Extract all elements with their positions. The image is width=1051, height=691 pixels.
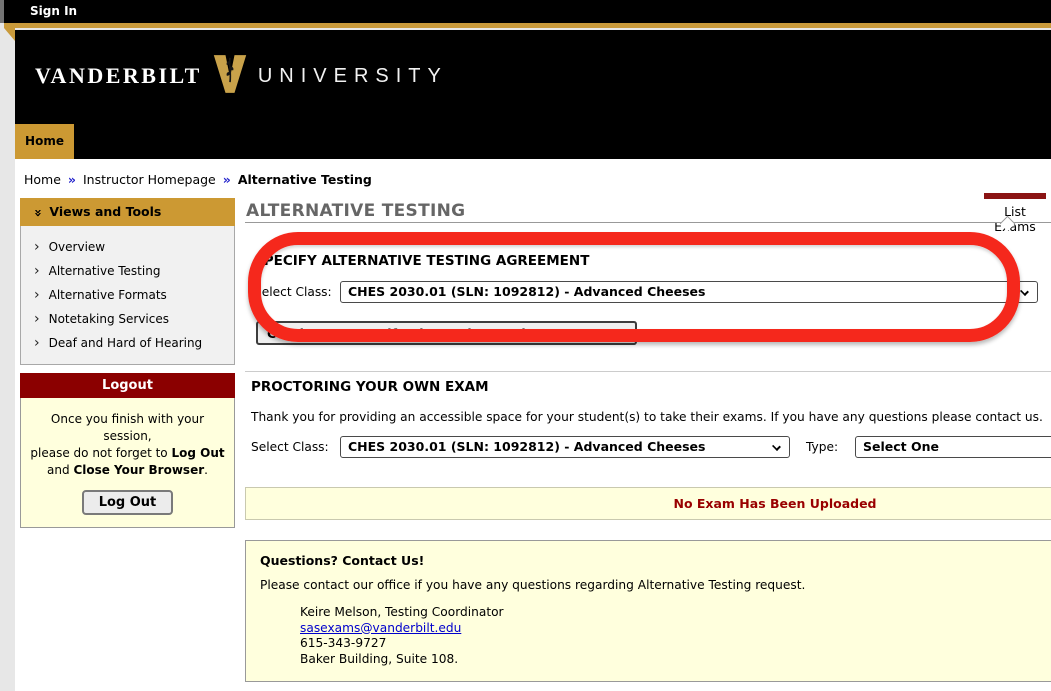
class-select-value: CHES 2030.01 (SLN: 1092812) - Advanced C…: [348, 439, 705, 454]
title-rule: [245, 222, 1051, 223]
main-content: ALTERNATIVE TESTING List Exams SPECIFY A…: [245, 193, 1051, 691]
sidebar-menu: › Overview › Alternative Testing › Alternat…: [20, 226, 235, 365]
sidebar-item-alternative-testing[interactable]: › Alternative Testing: [21, 259, 234, 283]
contact-phone: 615-343-9727: [300, 636, 1051, 652]
vanderbilt-logo[interactable]: VANDERBILT UNIVERSITY: [35, 54, 448, 98]
collapse-double-chevron-icon: »: [23, 209, 51, 217]
logout-panel-body: Once you finish with your session, pleas…: [20, 398, 235, 528]
class-select-value: CHES 2030.01 (SLN: 1092812) - Advanced C…: [348, 284, 705, 299]
no-exam-status-bar: No Exam Has Been Uploaded: [245, 487, 1051, 520]
sidebar-item-label: Notetaking Services: [49, 312, 169, 326]
type-label: Type:: [806, 440, 838, 454]
page-title: ALTERNATIVE TESTING: [246, 201, 465, 221]
class-select-dropdown[interactable]: CHES 2030.01 (SLN: 1092812) - Advanced C…: [340, 281, 1038, 303]
breadcrumb-home[interactable]: Home: [24, 172, 61, 187]
type-select-value: Select One: [863, 439, 939, 454]
sidebar-item-alternative-formats[interactable]: › Alternative Formats: [21, 283, 234, 307]
contact-address: Baker Building, Suite 108.: [300, 652, 1051, 668]
contact-details: Keire Melson, Testing Coordinator sasexa…: [300, 605, 1051, 667]
sidebar-item-deaf-and-hard-of-hearing[interactable]: › Deaf and Hard of Hearing: [21, 331, 234, 355]
contact-name: Keire Melson, Testing Coordinator: [300, 605, 1051, 621]
logout-text-line3: and Close Your Browser.: [47, 463, 208, 477]
proctoring-section-heading: PROCTORING YOUR OWN EXAM: [251, 379, 489, 395]
masthead: VANDERBILT UNIVERSITY: [15, 30, 1051, 122]
logout-panel: Logout Once you finish with your session…: [20, 373, 235, 528]
breadcrumb-instructor-homepage[interactable]: Instructor Homepage: [83, 172, 216, 187]
select-class-label: Select Class:: [254, 285, 332, 299]
sign-in-link[interactable]: Sign In: [30, 4, 77, 18]
contact-panel: Questions? Contact Us! Please contact ou…: [245, 540, 1051, 682]
sidebar-item-notetaking-services[interactable]: › Notetaking Services: [21, 307, 234, 331]
chevron-right-icon: ›: [34, 239, 40, 255]
primary-nav-bar: Home: [15, 122, 1051, 159]
wordmark-vanderbilt: VANDERBILT: [35, 63, 202, 89]
breadcrumb-current-page: Alternative Testing: [238, 172, 372, 187]
breadcrumb-separator-icon: »: [223, 172, 231, 187]
sidebar-header[interactable]: »Views and Tools: [20, 198, 235, 226]
contact-intro: Please contact our office if you have an…: [260, 578, 1051, 592]
proctoring-intro-text: Thank you for providing an accessible sp…: [251, 410, 1043, 424]
sidebar-item-label: Overview: [49, 240, 106, 254]
vanderbilt-v-emblem-icon: [212, 54, 248, 98]
continue-to-specify-button[interactable]: Continue to Specify Alternative Testing …: [256, 321, 637, 345]
chevron-down-icon: [1020, 287, 1029, 296]
breadcrumb-separator-icon: »: [68, 172, 76, 187]
gold-corner-fold: [4, 28, 15, 41]
contact-email-link[interactable]: sasexams@vanderbilt.edu: [300, 621, 461, 635]
sidebar-item-label: Deaf and Hard of Hearing: [49, 336, 203, 350]
list-exams-tab-indicator: [984, 193, 1046, 199]
sidebar-item-label: Alternative Formats: [49, 288, 167, 302]
select-class-label: Select Class:: [251, 440, 329, 454]
chevron-right-icon: ›: [34, 335, 40, 351]
chevron-right-icon: ›: [34, 287, 40, 303]
top-bar: Sign In: [4, 0, 1051, 23]
log-out-button[interactable]: Log Out: [82, 490, 174, 515]
sidebar-item-label: Alternative Testing: [49, 264, 161, 278]
logout-text-line1: Once you finish with your session,: [51, 412, 204, 443]
sidebar-views-and-tools: »Views and Tools › Overview › Alternative …: [20, 198, 235, 365]
proctoring-class-select-dropdown[interactable]: CHES 2030.01 (SLN: 1092812) - Advanced C…: [340, 436, 790, 458]
logout-text-line2: please do not forget to Log Out: [30, 446, 224, 460]
contact-heading: Questions? Contact Us!: [260, 553, 1051, 568]
tab-list-exams[interactable]: List Exams: [984, 204, 1046, 234]
type-select-dropdown[interactable]: Select One: [855, 436, 1051, 458]
breadcrumb: Home » Instructor Homepage » Alternative Tes…: [24, 172, 372, 187]
specify-section-heading: SPECIFY ALTERNATIVE TESTING AGREEMENT: [254, 253, 589, 269]
tab-home[interactable]: Home: [15, 124, 76, 159]
sidebar-item-overview[interactable]: › Overview: [21, 235, 234, 259]
chevron-right-icon: ›: [34, 311, 40, 327]
section-divider: [245, 371, 1051, 372]
logout-panel-header: Logout: [20, 373, 235, 398]
chevron-right-icon: ›: [34, 263, 40, 279]
gold-divider-line: [4, 23, 1051, 28]
wordmark-university: UNIVERSITY: [258, 65, 448, 88]
sidebar-header-label: Views and Tools: [49, 204, 161, 219]
chevron-down-icon: [772, 442, 781, 451]
